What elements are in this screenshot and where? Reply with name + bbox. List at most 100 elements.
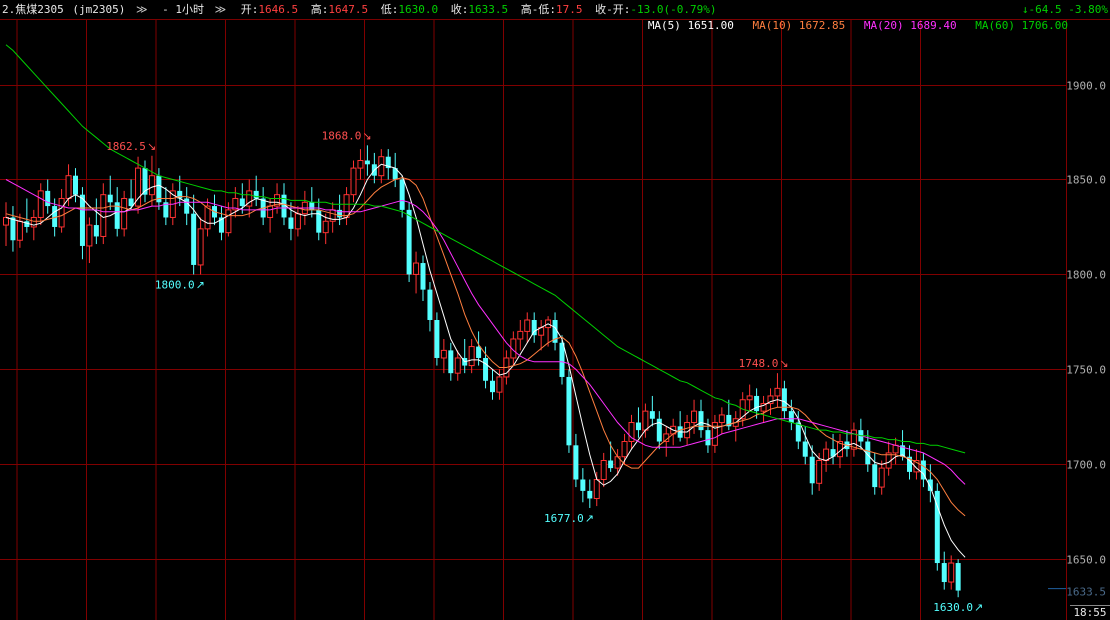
candle[interactable] — [948, 555, 955, 590]
candle[interactable] — [197, 217, 204, 275]
candle[interactable] — [16, 213, 23, 248]
candle[interactable] — [858, 418, 864, 450]
candle[interactable] — [760, 395, 767, 423]
candle[interactable] — [24, 198, 30, 233]
candle[interactable] — [628, 414, 635, 450]
candle[interactable] — [941, 551, 947, 590]
candle[interactable] — [468, 338, 475, 374]
candle[interactable] — [337, 194, 343, 226]
candle[interactable] — [517, 320, 524, 351]
candle[interactable] — [413, 251, 420, 294]
candle[interactable] — [434, 312, 440, 366]
annotation-low: 1800.0 — [155, 278, 195, 291]
candle-body — [37, 190, 44, 218]
candle[interactable] — [718, 407, 725, 434]
candle[interactable] — [107, 175, 113, 210]
candle[interactable] — [462, 338, 468, 374]
candle-body — [809, 456, 815, 484]
candle[interactable] — [885, 441, 892, 476]
candle[interactable] — [260, 187, 266, 226]
candle[interactable] — [93, 198, 99, 245]
period-selector[interactable]: - 1小时 — [162, 0, 204, 20]
candle[interactable] — [566, 369, 572, 453]
candle[interactable] — [420, 255, 426, 302]
symbol-title[interactable]: 2.焦煤2305 — [2, 0, 64, 20]
candle[interactable] — [184, 187, 190, 226]
candle[interactable] — [538, 320, 545, 351]
candle[interactable] — [823, 441, 830, 472]
candle[interactable] — [580, 468, 586, 503]
candle[interactable] — [732, 411, 739, 442]
candle[interactable] — [204, 198, 211, 237]
candle[interactable] — [177, 175, 183, 207]
candle[interactable] — [691, 399, 698, 434]
candle[interactable] — [440, 338, 447, 374]
candle[interactable] — [294, 206, 301, 237]
candle[interactable] — [316, 198, 322, 241]
candle[interactable] — [246, 179, 253, 218]
symbol-dropdown-icon[interactable]: ≫ — [136, 0, 148, 20]
annotation-arrow-icon: ↗ — [585, 512, 594, 525]
candle[interactable] — [872, 452, 878, 495]
candle[interactable] — [191, 194, 197, 275]
candle[interactable] — [587, 479, 593, 508]
candle[interactable] — [3, 202, 9, 246]
candle[interactable] — [45, 179, 51, 214]
candle[interactable] — [711, 414, 718, 453]
ma20-legend: MA(20) 1689.40 — [858, 19, 957, 32]
candle[interactable] — [746, 384, 753, 412]
candle[interactable] — [600, 452, 607, 488]
candle[interactable] — [774, 373, 781, 408]
candle[interactable] — [524, 312, 531, 343]
candle[interactable] — [364, 145, 370, 176]
candle[interactable] — [350, 160, 357, 203]
candle[interactable] — [670, 418, 677, 446]
candle[interactable] — [121, 190, 128, 237]
candle[interactable] — [37, 183, 44, 226]
candle[interactable] — [677, 411, 683, 442]
candle[interactable] — [100, 183, 107, 245]
candle[interactable] — [212, 194, 217, 226]
candle[interactable] — [850, 422, 857, 457]
candle[interactable] — [329, 202, 336, 233]
candle[interactable] — [920, 452, 926, 488]
candle[interactable] — [913, 449, 920, 480]
candle[interactable] — [483, 346, 489, 389]
candle[interactable] — [573, 433, 579, 488]
candlestick-chart[interactable]: 1650.0 1700.0 1750.0 1800.0 1850.0 1900.0 1633… — [0, 20, 1110, 620]
candle[interactable] — [490, 369, 495, 400]
candle[interactable] — [343, 187, 350, 226]
candle[interactable] — [253, 175, 259, 207]
candle[interactable] — [163, 187, 169, 226]
candle[interactable] — [267, 198, 274, 233]
ma20-value: 1689.40 — [910, 19, 957, 32]
candle[interactable] — [65, 164, 72, 207]
candle[interactable] — [955, 559, 961, 598]
candle[interactable] — [10, 206, 16, 252]
candle[interactable] — [593, 471, 600, 507]
candle[interactable] — [892, 437, 899, 465]
candle[interactable] — [448, 342, 454, 381]
candle[interactable] — [795, 411, 801, 450]
annotation-high: 1748.0 — [739, 357, 779, 370]
candle[interactable] — [635, 407, 641, 438]
candle[interactable] — [531, 312, 537, 343]
candle[interactable] — [698, 399, 704, 438]
candle[interactable] — [86, 217, 93, 264]
candle[interactable] — [385, 149, 391, 180]
candle[interactable] — [357, 149, 364, 180]
candle[interactable] — [649, 395, 655, 427]
candle[interactable] — [559, 335, 565, 385]
candle[interactable] — [934, 483, 940, 571]
candle[interactable] — [788, 399, 794, 431]
candle[interactable] — [552, 312, 558, 351]
symbol-code[interactable]: (jm2305) — [72, 0, 125, 20]
candle[interactable] — [218, 206, 224, 241]
candle[interactable] — [878, 460, 885, 495]
candle[interactable] — [148, 155, 155, 207]
candle[interactable] — [781, 380, 787, 419]
candle[interactable] — [58, 188, 65, 233]
candle[interactable] — [427, 282, 433, 332]
candle[interactable] — [73, 168, 78, 203]
period-dropdown-icon[interactable]: ≫ — [215, 0, 227, 20]
